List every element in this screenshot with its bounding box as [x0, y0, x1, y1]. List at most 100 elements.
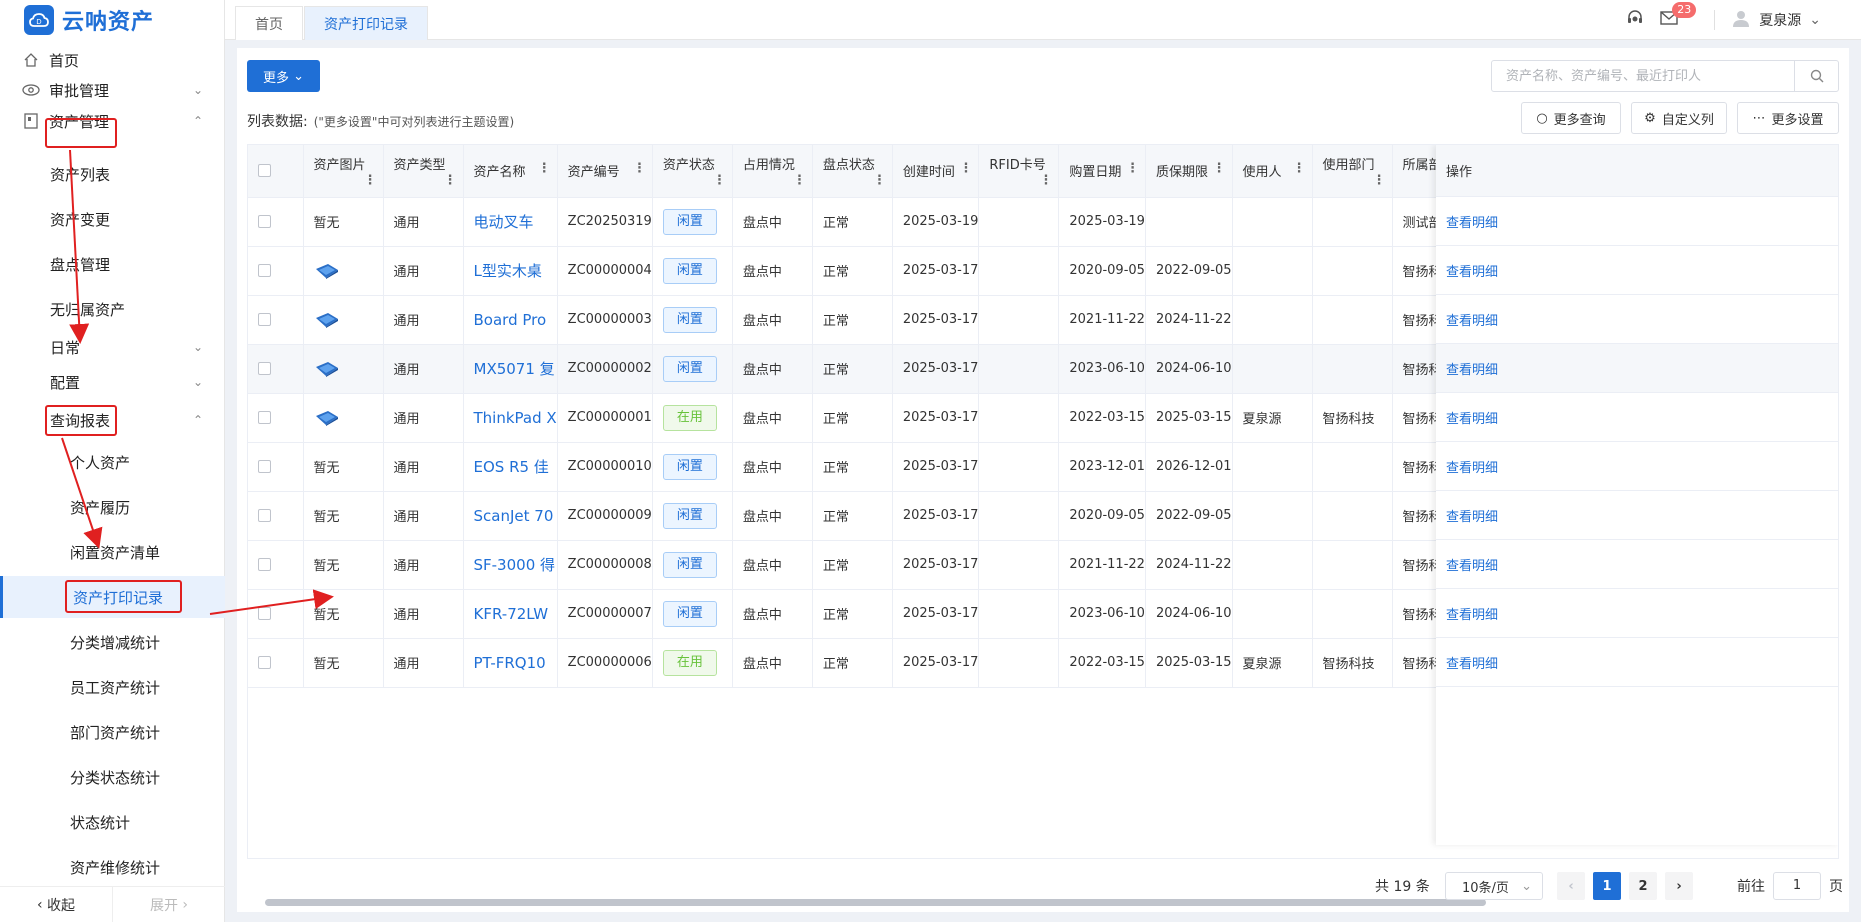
cell-name[interactable]: 电动叉车: [463, 197, 558, 247]
cell-name[interactable]: SF-3000 得: [463, 540, 558, 590]
column-menu-icon[interactable]: ⋮: [444, 173, 457, 188]
cell-name[interactable]: MX5071 复: [463, 344, 558, 394]
asset-name-link[interactable]: EOS R5 佳: [474, 458, 549, 476]
support-icon[interactable]: [1626, 9, 1644, 31]
view-detail-link[interactable]: 查看明细: [1436, 442, 1838, 491]
column-menu-icon[interactable]: ⋮: [1039, 173, 1052, 188]
checkbox[interactable]: [258, 164, 271, 178]
asset-name-link[interactable]: MX5071 复: [474, 360, 555, 378]
asset-name-link[interactable]: ThinkPad X: [474, 409, 557, 427]
checkbox[interactable]: [258, 509, 271, 522]
column-menu-icon[interactable]: ⋮: [633, 161, 646, 176]
sidebar-item-employee-stats[interactable]: 员工资产统计: [0, 667, 225, 707]
collapse-button[interactable]: ‹ 收起: [0, 887, 112, 922]
avatar[interactable]: [1731, 8, 1751, 32]
checkbox[interactable]: [258, 558, 271, 571]
column-menu-icon[interactable]: ⋮: [793, 173, 806, 188]
column-header[interactable]: 质保期限 ⋮: [1145, 145, 1233, 198]
tab-home[interactable]: 首页: [235, 6, 303, 40]
sidebar-item-status-stats[interactable]: 状态统计: [0, 802, 225, 842]
page-size-select[interactable]: 10条/页 ⌄: [1445, 872, 1543, 900]
checkbox[interactable]: [258, 460, 271, 473]
column-header[interactable]: 资产类型 ⋮: [383, 145, 464, 198]
row-checkbox-cell[interactable]: [248, 246, 304, 296]
asset-name-link[interactable]: KFR-72LW: [474, 605, 549, 623]
column-menu-icon[interactable]: ⋮: [538, 161, 551, 176]
view-detail-link[interactable]: 查看明细: [1436, 540, 1838, 589]
column-header[interactable]: 资产编号 ⋮: [557, 145, 653, 198]
checkbox[interactable]: [258, 656, 271, 669]
more-settings-button[interactable]: ⋯ 更多设置: [1737, 102, 1839, 134]
checkbox[interactable]: [258, 215, 271, 228]
more-query-button[interactable]: ○ 更多查询: [1521, 102, 1621, 134]
cell-name[interactable]: L型实木桌: [463, 246, 558, 296]
sidebar-item-department-stats[interactable]: 部门资产统计: [0, 712, 225, 752]
row-checkbox-cell[interactable]: [248, 295, 304, 345]
sidebar-item-asset-history[interactable]: 资产履历: [0, 487, 225, 527]
view-detail-link[interactable]: 查看明细: [1436, 197, 1838, 246]
mail-icon[interactable]: 23: [1660, 2, 1697, 29]
column-header[interactable]: 资产图片 ⋮: [303, 145, 384, 198]
view-detail-link[interactable]: 查看明细: [1436, 344, 1838, 393]
sidebar-item-category-status-stats[interactable]: 分类状态统计: [0, 757, 225, 797]
cell-name[interactable]: ScanJet 70: [463, 491, 558, 541]
horizontal-scrollbar[interactable]: [265, 899, 1486, 906]
view-detail-link[interactable]: 查看明细: [1436, 393, 1838, 442]
user-name[interactable]: 夏泉源: [1759, 10, 1801, 30]
column-menu-icon[interactable]: ⋮: [873, 173, 886, 188]
column-header[interactable]: 购置日期 ⋮: [1058, 145, 1146, 198]
page-button-2[interactable]: 2: [1629, 872, 1657, 900]
row-checkbox-cell[interactable]: [248, 589, 304, 639]
goto-page-input[interactable]: 1: [1773, 872, 1821, 900]
column-menu-icon[interactable]: ⋮: [1213, 161, 1226, 176]
asset-name-link[interactable]: Board Pro: [474, 311, 547, 329]
view-detail-link[interactable]: 查看明细: [1436, 491, 1838, 540]
checkbox[interactable]: [258, 264, 271, 277]
view-detail-link[interactable]: 查看明细: [1436, 295, 1838, 344]
search-button[interactable]: [1794, 61, 1838, 91]
page-button-1[interactable]: 1: [1593, 872, 1621, 900]
sidebar-item-asset-list[interactable]: 资产列表: [0, 154, 225, 194]
select-all-checkbox-cell[interactable]: [248, 145, 304, 198]
column-header[interactable]: 使用人 ⋮: [1232, 145, 1313, 198]
sidebar-item-unowned-assets[interactable]: 无归属资产: [0, 289, 225, 329]
asset-name-link[interactable]: L型实木桌: [474, 262, 542, 280]
asset-name-link[interactable]: PT-FRQ10: [474, 654, 546, 672]
column-menu-icon[interactable]: ⋮: [1293, 161, 1306, 176]
search-input[interactable]: [1492, 61, 1794, 91]
sidebar-item-daily[interactable]: 日常 ⌄: [0, 327, 225, 367]
row-checkbox-cell[interactable]: [248, 540, 304, 590]
tab-print-records[interactable]: 资产打印记录: [304, 6, 428, 40]
sidebar-item-repair-stats[interactable]: 资产维修统计: [0, 847, 225, 887]
checkbox[interactable]: [258, 362, 271, 375]
cell-name[interactable]: Board Pro: [463, 295, 558, 345]
sidebar-item-config[interactable]: 配置 ⌄: [0, 362, 225, 402]
expand-button[interactable]: 展开 ›: [112, 887, 225, 922]
view-detail-link[interactable]: 查看明细: [1436, 246, 1838, 295]
cell-name[interactable]: KFR-72LW: [463, 589, 558, 639]
asset-name-link[interactable]: 电动叉车: [474, 213, 534, 231]
checkbox[interactable]: [258, 313, 271, 326]
row-checkbox-cell[interactable]: [248, 442, 304, 492]
custom-columns-button[interactable]: ⚙ 自定义列: [1631, 102, 1727, 134]
more-button[interactable]: 更多 ⌄: [247, 60, 320, 92]
cell-name[interactable]: ThinkPad X: [463, 393, 558, 443]
sidebar-item-asset-change[interactable]: 资产变更: [0, 199, 225, 239]
column-menu-icon[interactable]: ⋮: [364, 173, 377, 188]
row-checkbox-cell[interactable]: [248, 638, 304, 688]
column-header[interactable]: 使用部门 ⋮: [1312, 145, 1393, 198]
sidebar-item-inventory[interactable]: 盘点管理: [0, 244, 225, 284]
column-header[interactable]: 创建时间 ⋮: [892, 145, 980, 198]
asset-name-link[interactable]: ScanJet 70: [474, 507, 554, 525]
column-header[interactable]: 占用情况 ⋮: [732, 145, 813, 198]
cell-name[interactable]: EOS R5 佳: [463, 442, 558, 492]
column-header[interactable]: 资产状态 ⋮: [652, 145, 733, 198]
column-menu-icon[interactable]: ⋮: [1373, 173, 1386, 188]
prev-page-button[interactable]: ‹: [1557, 872, 1585, 900]
view-detail-link[interactable]: 查看明细: [1436, 589, 1838, 638]
sidebar-item-category-change-stats[interactable]: 分类增减统计: [0, 622, 225, 662]
cell-name[interactable]: PT-FRQ10: [463, 638, 558, 688]
row-checkbox-cell[interactable]: [248, 197, 304, 247]
chevron-down-icon[interactable]: ⌄: [1809, 12, 1821, 28]
column-menu-icon[interactable]: ⋮: [713, 173, 726, 188]
